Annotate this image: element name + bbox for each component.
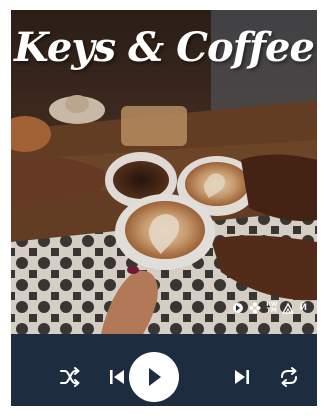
skip-previous-icon — [110, 370, 124, 384]
album-cover: Keys & Coffee RW TM Й — [11, 10, 317, 334]
label-leaf-icon — [233, 303, 244, 313]
label-tm-text: TM — [266, 307, 277, 314]
play-button[interactable] — [129, 352, 179, 402]
skip-next-icon — [235, 370, 249, 384]
music-player: Keys & Coffee RW TM Й — [11, 10, 317, 406]
previous-button[interactable] — [106, 365, 128, 389]
shuffle-icon — [60, 367, 80, 387]
repeat-button[interactable] — [277, 365, 301, 389]
playback-controls — [11, 334, 317, 406]
album-title: Keys & Coffee — [14, 24, 315, 71]
label-flower-icon — [249, 302, 261, 314]
shuffle-button[interactable] — [58, 365, 82, 389]
repeat-icon — [281, 367, 297, 387]
play-icon — [149, 368, 161, 386]
label-rw-tm-logo: RW TM — [266, 302, 277, 314]
next-button[interactable] — [231, 365, 253, 389]
label-mountain-icon — [282, 302, 295, 314]
record-label-logos: RW TM Й — [232, 302, 307, 314]
label-letter-logo: Й — [299, 303, 307, 313]
